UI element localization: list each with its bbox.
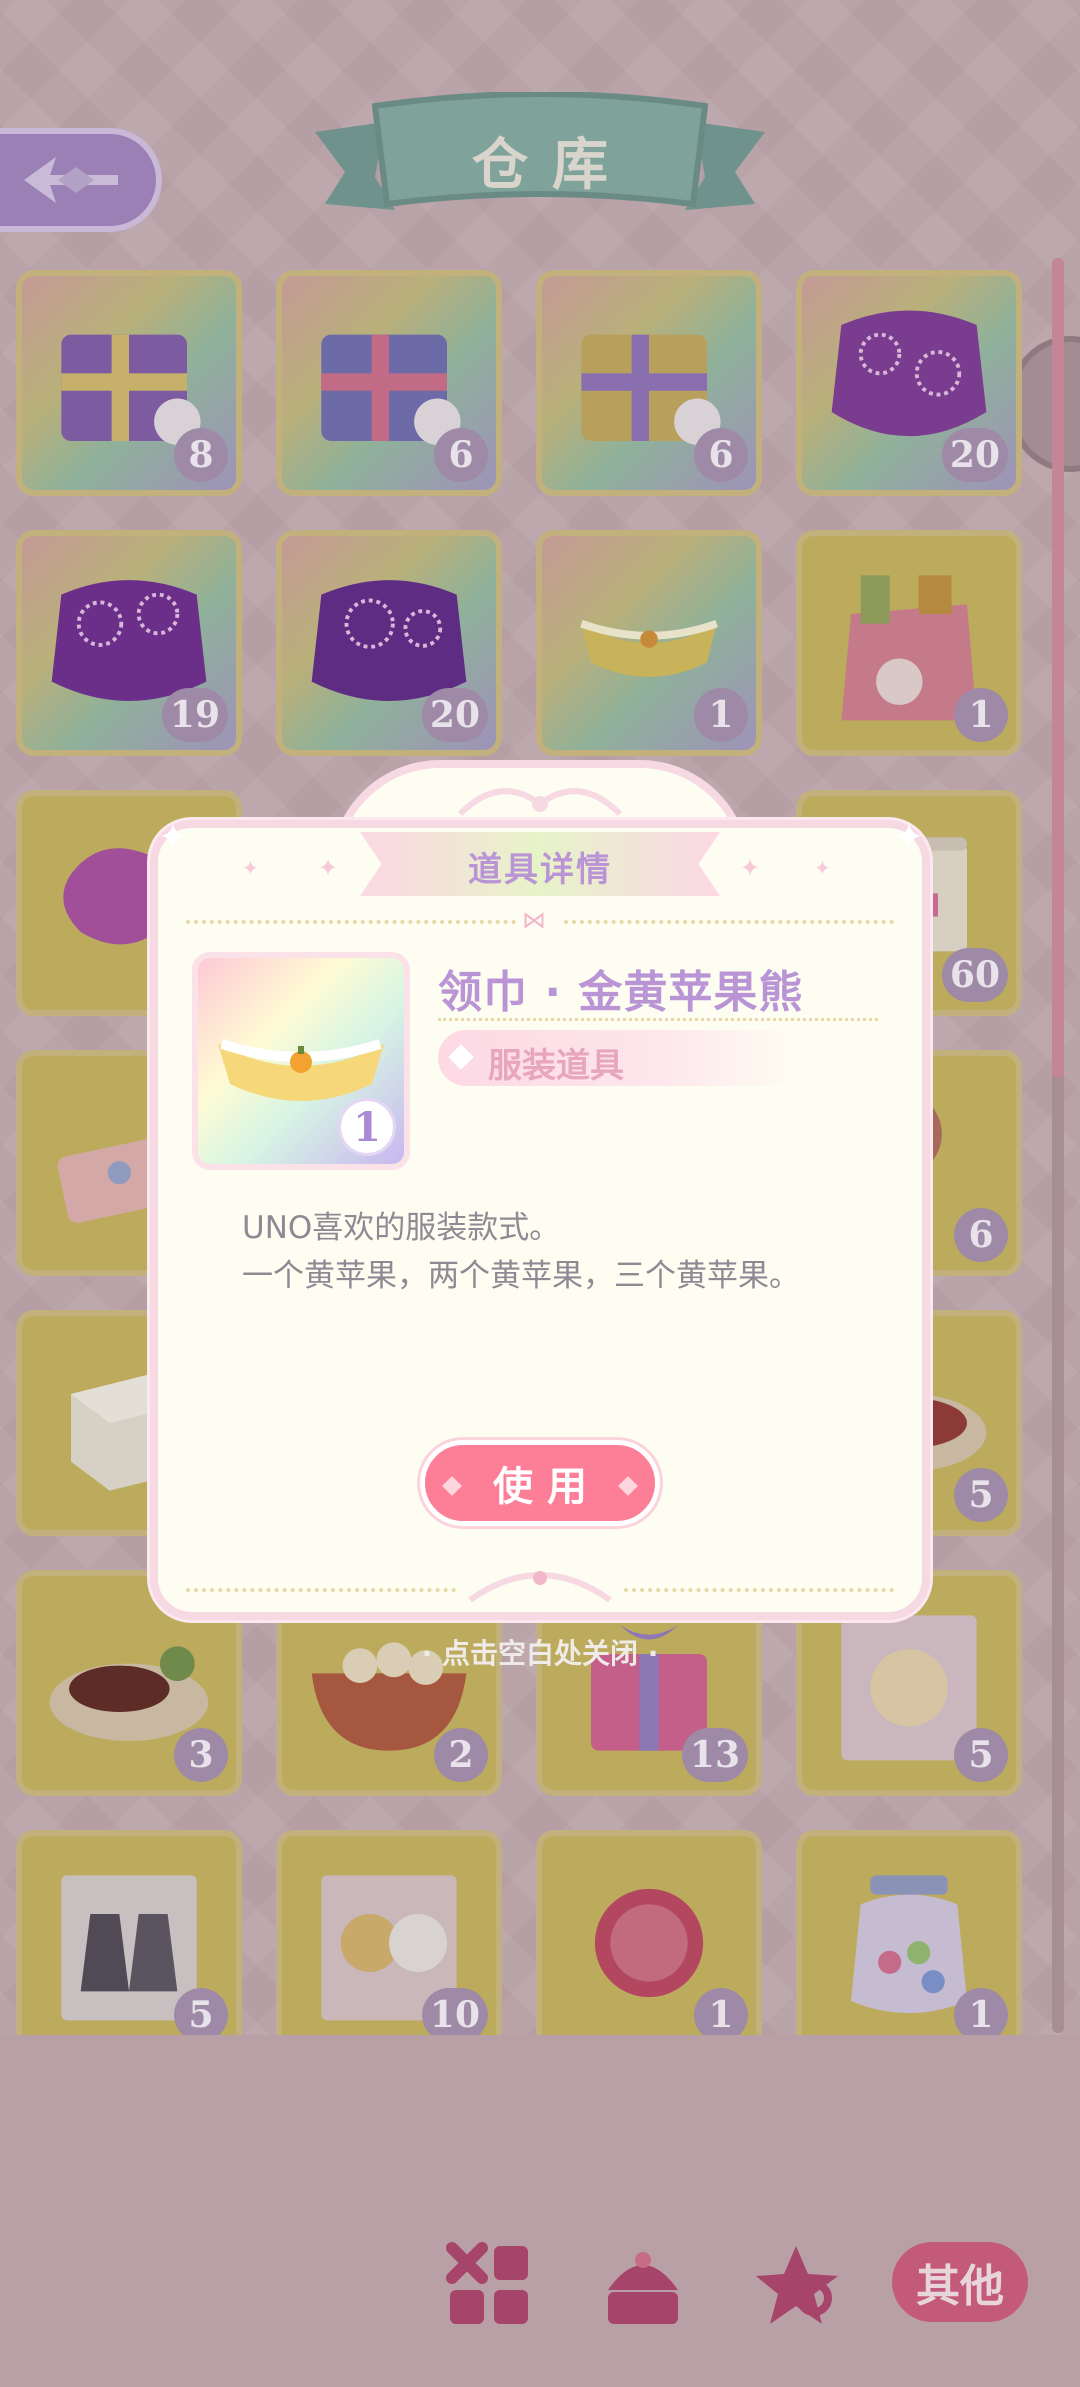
dot-icon: ✦ — [318, 854, 339, 882]
bottom-bar — [0, 2035, 1080, 2387]
inventory-item[interactable]: 1 — [536, 1830, 762, 2035]
inventory-item[interactable]: 1 — [796, 530, 1022, 756]
diamond-icon — [618, 1476, 638, 1496]
item-count: 2 — [434, 1728, 488, 1782]
inventory-item[interactable]: 20 — [276, 530, 502, 756]
dot-icon: ✦ — [814, 856, 831, 880]
item-category-badge: 服装道具 — [438, 1030, 798, 1086]
item-count: 5 — [954, 1728, 1008, 1782]
diamond-icon — [442, 1476, 462, 1496]
item-category: 服装道具 — [488, 1046, 624, 1086]
modal-header: 道具详情 — [360, 832, 720, 896]
category-all-icon[interactable] — [444, 2240, 534, 2330]
sparkle-icon: ✦ — [158, 817, 189, 858]
sparkle-icon: ✦ — [894, 817, 925, 858]
item-count: 3 — [174, 1728, 228, 1782]
inventory-item[interactable]: 5 — [16, 1830, 242, 2035]
description-line: 一个黄苹果，两个黄苹果，三个黄苹果。 — [242, 1258, 800, 1294]
item-count: 1 — [694, 1988, 748, 2035]
divider — [186, 1588, 456, 1592]
inventory-item[interactable]: 8 — [16, 270, 242, 496]
back-button[interactable] — [0, 128, 162, 232]
inventory-item[interactable]: 20 — [796, 270, 1022, 496]
item-count: 1 — [954, 1988, 1008, 2035]
divider — [438, 1018, 878, 1021]
ornament-icon — [468, 1571, 612, 1603]
item-count: 8 — [174, 428, 228, 482]
inventory-item[interactable]: 10 — [276, 1830, 502, 2035]
inventory-item[interactable]: 19 — [16, 530, 242, 756]
item-count: 20 — [421, 688, 488, 742]
ornament-icon — [457, 788, 623, 817]
divider — [564, 920, 894, 924]
item-thumbnail: 1 — [192, 952, 410, 1170]
cake-icon[interactable] — [598, 2240, 688, 2330]
dot-icon: ✦ — [740, 854, 761, 882]
inventory-item[interactable]: 1 — [536, 530, 762, 756]
item-count: 20 — [941, 428, 1008, 482]
page-title: 仓库 — [472, 132, 632, 198]
tab-other[interactable]: 其他 — [892, 2242, 1028, 2322]
dot-icon: ✦ — [242, 856, 259, 880]
inventory-item[interactable]: 6 — [536, 270, 762, 496]
use-button[interactable]: 使用 — [420, 1440, 660, 1526]
gem-search-icon[interactable] — [756, 2240, 846, 2330]
item-count: 6 — [954, 1208, 1008, 1262]
item-description: UNO喜欢的服装款式。 一个黄苹果，两个黄苹果，三个黄苹果。 — [242, 1204, 882, 1300]
item-count: 60 — [941, 948, 1008, 1002]
divider — [186, 920, 516, 924]
item-count: 13 — [681, 1728, 748, 1782]
use-button-label: 使用 — [493, 1464, 601, 1510]
modal-title: 道具详情 — [468, 850, 612, 890]
item-count: 1 — [954, 688, 1008, 742]
item-count: 5 — [174, 1988, 228, 2035]
description-line: UNO喜欢的服装款式。 — [242, 1210, 561, 1246]
item-count: 5 — [954, 1468, 1008, 1522]
scrollbar[interactable] — [1052, 258, 1064, 2033]
bow-icon: ⋈ — [522, 906, 546, 934]
item-count: 1 — [338, 1098, 396, 1156]
item-count: 19 — [161, 688, 228, 742]
item-count: 6 — [434, 428, 488, 482]
inventory-item[interactable]: 6 — [276, 270, 502, 496]
item-count: 1 — [694, 688, 748, 742]
item-name: 领巾 · 金黄苹果熊 — [438, 967, 804, 1018]
title-banner: 仓库 — [315, 91, 765, 234]
diamond-icon — [448, 1044, 474, 1070]
back-arrow-icon — [24, 157, 118, 203]
item-count: 10 — [421, 1988, 488, 2035]
scrollbar-thumb[interactable] — [1052, 258, 1064, 1078]
close-hint[interactable]: · 点击空白处关闭 · — [0, 1632, 1080, 1672]
inventory-item[interactable]: 1 — [796, 1830, 1022, 2035]
divider — [624, 1588, 894, 1592]
item-count: 6 — [694, 428, 748, 482]
item-detail-modal: ✦ ✦ 道具详情 ✦ ✦ ✦ ✦ ⋈ 1 领巾 · 金黄苹果熊 服装道具 UNO… — [150, 760, 930, 1620]
